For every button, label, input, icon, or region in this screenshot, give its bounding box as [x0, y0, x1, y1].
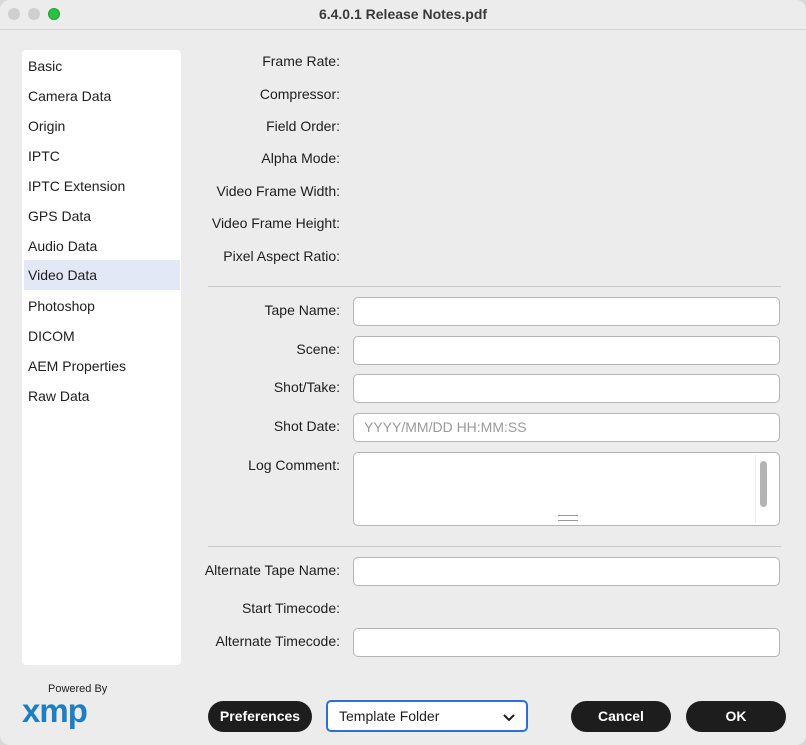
sidebar-item-camera-data[interactable]: Camera Data — [24, 81, 180, 111]
log-comment-textarea[interactable] — [353, 452, 780, 526]
sidebar-item-basic[interactable]: Basic — [24, 51, 180, 81]
sidebar-item-aem-properties[interactable]: AEM Properties — [24, 351, 180, 381]
sidebar-item-iptc-extension[interactable]: IPTC Extension — [24, 171, 180, 201]
resize-grip-icon[interactable] — [558, 515, 578, 521]
dialog-window: 6.4.0.1 Release Notes.pdf Basic Camera D… — [0, 0, 806, 745]
alternate-tape-name-label: Alternate Tape Name: — [204, 562, 340, 578]
shot-date-field[interactable]: YYYY/MM/DD HH:MM:SS — [353, 413, 780, 442]
log-comment-label: Log Comment: — [248, 457, 340, 473]
template-folder-dropdown[interactable]: Template Folder — [326, 700, 528, 732]
chevron-down-icon — [502, 707, 516, 735]
alternate-timecode-field[interactable] — [353, 628, 780, 657]
ok-button[interactable]: OK — [686, 701, 786, 732]
video-frame-width-label: Video Frame Width: — [216, 183, 340, 199]
shot-date-label: Shot Date: — [273, 418, 340, 434]
window-title: 6.4.0.1 Release Notes.pdf — [318, 6, 488, 22]
video-frame-height-label: Video Frame Height: — [211, 215, 340, 231]
start-timecode-label: Start Timecode: — [241, 600, 340, 616]
sidebar-item-photoshop[interactable]: Photoshop — [24, 291, 180, 321]
tape-name-label: Tape Name: — [264, 302, 340, 318]
shot-take-label: Shot/Take: — [273, 379, 340, 395]
field-order-label: Field Order: — [266, 118, 340, 134]
preferences-button[interactable]: Preferences — [208, 701, 312, 732]
sidebar-item-video-data[interactable]: Video Data — [24, 260, 180, 290]
sidebar-item-audio-data[interactable]: Audio Data — [24, 231, 180, 261]
section-divider — [208, 546, 781, 547]
compressor-label: Compressor: — [259, 86, 340, 102]
alternate-timecode-label: Alternate Timecode: — [215, 633, 340, 649]
cancel-button[interactable]: Cancel — [571, 701, 671, 732]
alternate-tape-name-field[interactable] — [353, 557, 780, 586]
scrollbar-thumb[interactable] — [760, 461, 767, 507]
tape-name-field[interactable] — [353, 297, 780, 326]
category-sidebar: Basic Camera Data Origin IPTC IPTC Exten… — [22, 50, 181, 665]
sidebar-item-origin[interactable]: Origin — [24, 111, 180, 141]
sidebar-item-dicom[interactable]: DICOM — [24, 321, 180, 351]
alpha-mode-label: Alpha Mode: — [261, 150, 340, 166]
scene-label: Scene: — [296, 341, 340, 357]
title-bar: 6.4.0.1 Release Notes.pdf — [0, 0, 806, 30]
shot-take-field[interactable] — [353, 374, 780, 403]
sidebar-item-gps-data[interactable]: GPS Data — [24, 201, 180, 231]
pixel-aspect-ratio-label: Pixel Aspect Ratio: — [223, 248, 340, 264]
xmp-logo: xmp — [22, 692, 88, 729]
sidebar-item-iptc[interactable]: IPTC — [24, 141, 180, 171]
template-folder-label: Template Folder — [339, 708, 440, 724]
scene-field[interactable] — [353, 336, 780, 365]
sidebar-item-raw-data[interactable]: Raw Data — [24, 381, 180, 411]
frame-rate-label: Frame Rate: — [262, 53, 340, 69]
section-divider — [208, 286, 781, 287]
